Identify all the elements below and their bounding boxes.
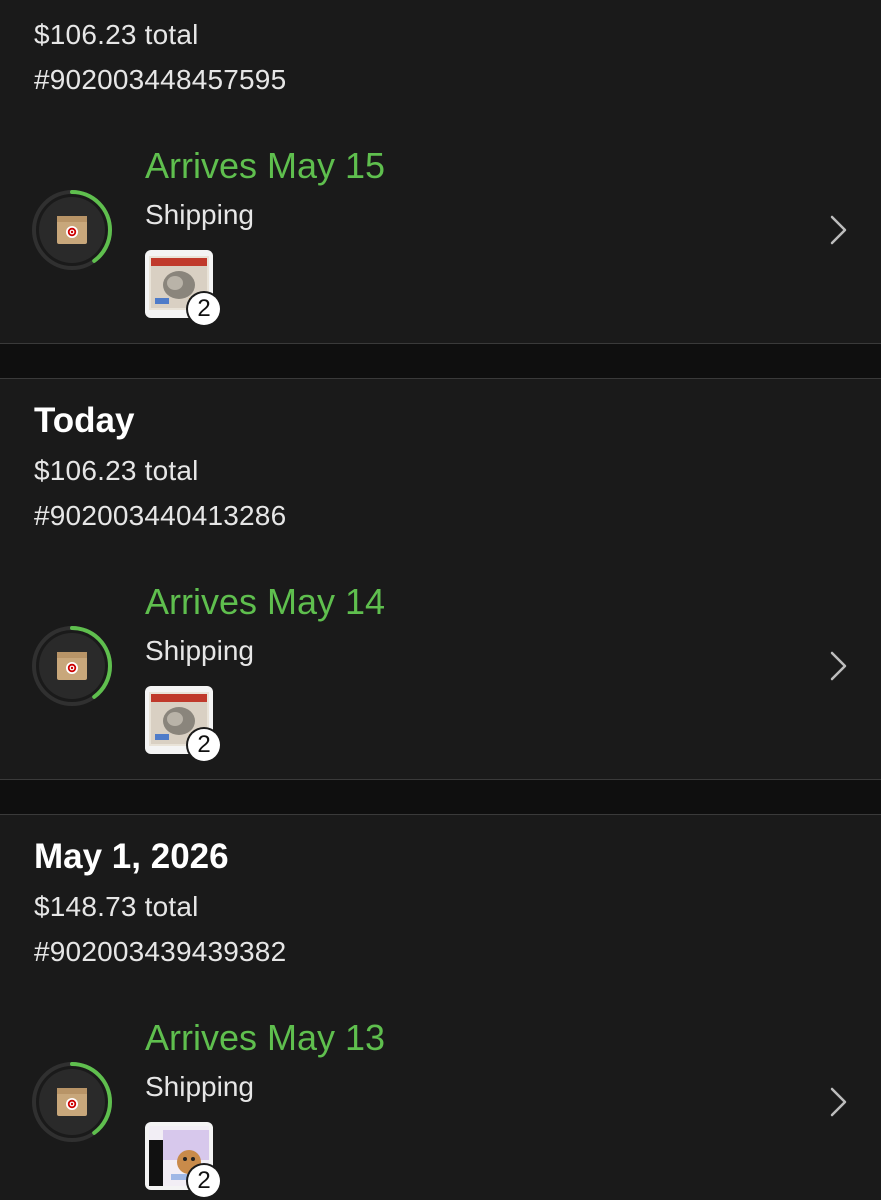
package-target-icon <box>57 1088 87 1116</box>
order-number: #902003439439382 <box>34 936 287 967</box>
order-number: #902003440413286 <box>34 500 287 531</box>
order-number: #902003448457595 <box>34 64 287 95</box>
shipping-status: Shipping <box>145 1071 254 1102</box>
chevron-right-icon[interactable] <box>826 213 850 247</box>
orders-list: $106.23 total #902003448457595 Arrives M… <box>0 0 881 1200</box>
shipping-status: Shipping <box>145 199 254 230</box>
progress-ring <box>32 190 112 270</box>
arrival-date: Arrives May 13 <box>145 1017 386 1058</box>
item-count-badge: 2 <box>188 1165 220 1197</box>
order-total: $106.23 total <box>34 19 199 50</box>
order-total: $106.23 total <box>34 455 199 486</box>
order-date: Today <box>34 401 135 440</box>
chevron-right-icon[interactable] <box>826 1085 850 1119</box>
order-card[interactable]: $106.23 total #902003448457595 Arrives M… <box>0 0 881 344</box>
arrival-date: Arrives May 14 <box>145 581 386 622</box>
chevron-right-icon[interactable] <box>826 649 850 683</box>
item-count-badge: 2 <box>188 729 220 761</box>
order-total: $148.73 total <box>34 891 199 922</box>
arrival-date: Arrives May 15 <box>145 145 386 186</box>
order-date: May 1, 2026 <box>34 837 229 876</box>
progress-ring <box>32 626 112 706</box>
shipping-status: Shipping <box>145 635 254 666</box>
order-card[interactable]: Today $106.23 total #902003440413286 Arr… <box>0 378 881 780</box>
package-target-icon <box>57 216 87 244</box>
package-target-icon <box>57 652 87 680</box>
progress-ring <box>32 1062 112 1142</box>
order-card[interactable]: May 1, 2026 $148.73 total #9020034394393… <box>0 814 881 1200</box>
item-count-badge: 2 <box>188 293 220 325</box>
